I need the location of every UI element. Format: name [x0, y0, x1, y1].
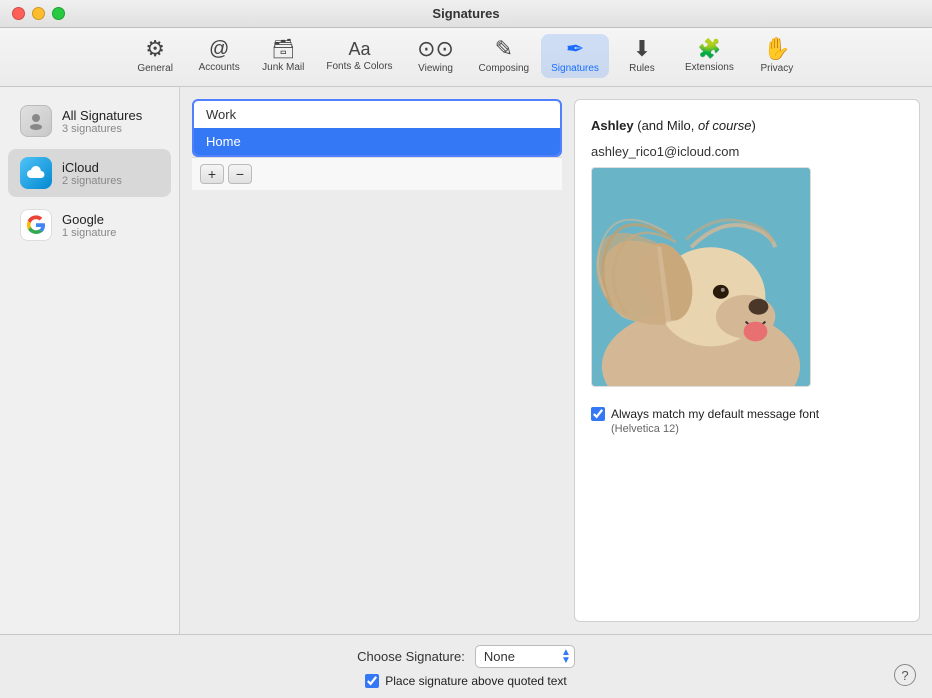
font-match-row: Always match my default message font — [591, 407, 819, 421]
sidebar-item-all-signatures[interactable]: All Signatures 3 signatures — [8, 97, 171, 145]
close-button[interactable] — [12, 7, 25, 20]
privacy-label: Privacy — [760, 63, 793, 74]
toolbar-item-privacy[interactable]: ✋ Privacy — [746, 34, 808, 78]
junkmail-icon: 🗃 — [271, 40, 295, 59]
rules-icon: ⬇ — [633, 38, 651, 60]
sidebar-google-text: Google 1 signature — [62, 212, 159, 239]
sidebar-icloud-name: iCloud — [62, 160, 159, 175]
toolbar-item-fonts[interactable]: Aa Fonts & Colors — [316, 36, 402, 76]
add-signature-button[interactable]: + — [200, 164, 224, 184]
titlebar: Signatures — [0, 0, 932, 28]
font-match-area: Always match my default message font (He… — [591, 407, 903, 435]
choose-signature-select[interactable]: None Work Home Random — [475, 645, 575, 668]
font-match-checkbox[interactable] — [591, 407, 605, 421]
bottom-bar: Choose Signature: None Work Home Random … — [0, 634, 932, 698]
font-hint: (Helvetica 12) — [611, 423, 679, 435]
preview-email: ashley_rico1@icloud.com — [591, 144, 903, 159]
google-avatar — [20, 209, 52, 241]
fonts-label: Fonts & Colors — [326, 61, 392, 72]
window-controls — [12, 7, 65, 20]
general-label: General — [137, 63, 173, 74]
fonts-icon: Aa — [348, 40, 370, 58]
preview-name-rest: (and Milo, — [634, 118, 698, 133]
sidebar-icloud-text: iCloud 2 signatures — [62, 160, 159, 187]
choose-signature-row: Choose Signature: None Work Home Random … — [357, 645, 575, 668]
choose-signature-select-wrapper: None Work Home Random ▲ ▼ — [475, 645, 575, 668]
above-quoted-checkbox[interactable] — [365, 674, 379, 688]
privacy-icon: ✋ — [763, 38, 790, 60]
sidebar-all-name: All Signatures — [62, 108, 159, 123]
signature-item-work[interactable]: Work — [194, 101, 560, 128]
sidebar-google-name: Google — [62, 212, 159, 227]
viewing-icon: ⊙⊙ — [417, 38, 454, 60]
sig-list-actions: + − — [192, 157, 562, 190]
all-signatures-avatar — [20, 105, 52, 137]
signature-item-home[interactable]: Home — [194, 128, 560, 155]
content-area: Work Home + − Ashley (and Milo, of cours… — [180, 87, 932, 634]
choose-signature-label: Choose Signature: — [357, 649, 465, 664]
extensions-label: Extensions — [685, 62, 734, 73]
help-button[interactable]: ? — [894, 664, 916, 686]
toolbar-item-general[interactable]: ⚙ General — [124, 34, 186, 78]
viewing-label: Viewing — [418, 63, 453, 74]
preview-name-bold: Ashley — [591, 118, 634, 133]
above-quoted-label: Place signature above quoted text — [385, 674, 566, 688]
preview-name-italic: of course — [698, 118, 751, 133]
sidebar-all-text: All Signatures 3 signatures — [62, 108, 159, 135]
sidebar-all-count: 3 signatures — [62, 123, 159, 135]
toolbar-item-junkmail[interactable]: 🗃 Junk Mail — [252, 36, 314, 77]
main-content: All Signatures 3 signatures iCloud 2 sig… — [0, 87, 932, 634]
sidebar-item-icloud[interactable]: iCloud 2 signatures — [8, 149, 171, 197]
toolbar: ⚙ General @ Accounts 🗃 Junk Mail Aa Font… — [0, 28, 932, 87]
junkmail-label: Junk Mail — [262, 62, 304, 73]
window-title: Signatures — [432, 6, 499, 21]
minimize-button[interactable] — [32, 7, 45, 20]
toolbar-item-composing[interactable]: ✎ Composing — [469, 34, 540, 78]
extensions-icon: 🧩 — [698, 40, 722, 59]
general-icon: ⚙ — [145, 38, 165, 60]
panels: Work Home + − Ashley (and Milo, of cours… — [192, 99, 920, 622]
preview-name-line: Ashley (and Milo, of course) — [591, 116, 903, 136]
sidebar-google-count: 1 signature — [62, 227, 159, 239]
toolbar-item-signatures[interactable]: ✒ Signatures — [541, 34, 609, 78]
sidebar-item-google[interactable]: Google 1 signature — [8, 201, 171, 249]
signatures-list[interactable]: Work Home — [194, 101, 560, 155]
signatures-list-panel: Work Home — [192, 99, 562, 157]
above-quoted-row: Place signature above quoted text — [365, 674, 566, 688]
rules-label: Rules — [629, 63, 655, 74]
maximize-button[interactable] — [52, 7, 65, 20]
composing-label: Composing — [479, 63, 530, 74]
toolbar-item-extensions[interactable]: 🧩 Extensions — [675, 36, 744, 77]
signatures-icon: ✒ — [566, 38, 584, 60]
sig-list-container: Work Home + − — [192, 99, 562, 622]
accounts-label: Accounts — [199, 62, 240, 73]
icloud-avatar — [20, 157, 52, 189]
signature-dog-image — [591, 167, 811, 387]
composing-icon: ✎ — [495, 38, 513, 60]
toolbar-item-accounts[interactable]: @ Accounts — [188, 35, 250, 77]
sidebar-icloud-count: 2 signatures — [62, 175, 159, 187]
accounts-sidebar: All Signatures 3 signatures iCloud 2 sig… — [0, 87, 180, 634]
preview-name-end: ) — [751, 118, 755, 133]
font-match-label: Always match my default message font — [611, 407, 819, 421]
remove-signature-button[interactable]: − — [228, 164, 252, 184]
toolbar-item-viewing[interactable]: ⊙⊙ Viewing — [405, 34, 467, 78]
signatures-label: Signatures — [551, 63, 599, 74]
accounts-icon: @ — [209, 39, 229, 59]
toolbar-item-rules[interactable]: ⬇ Rules — [611, 34, 673, 78]
signature-preview-panel: Ashley (and Milo, of course) ashley_rico… — [574, 99, 920, 622]
